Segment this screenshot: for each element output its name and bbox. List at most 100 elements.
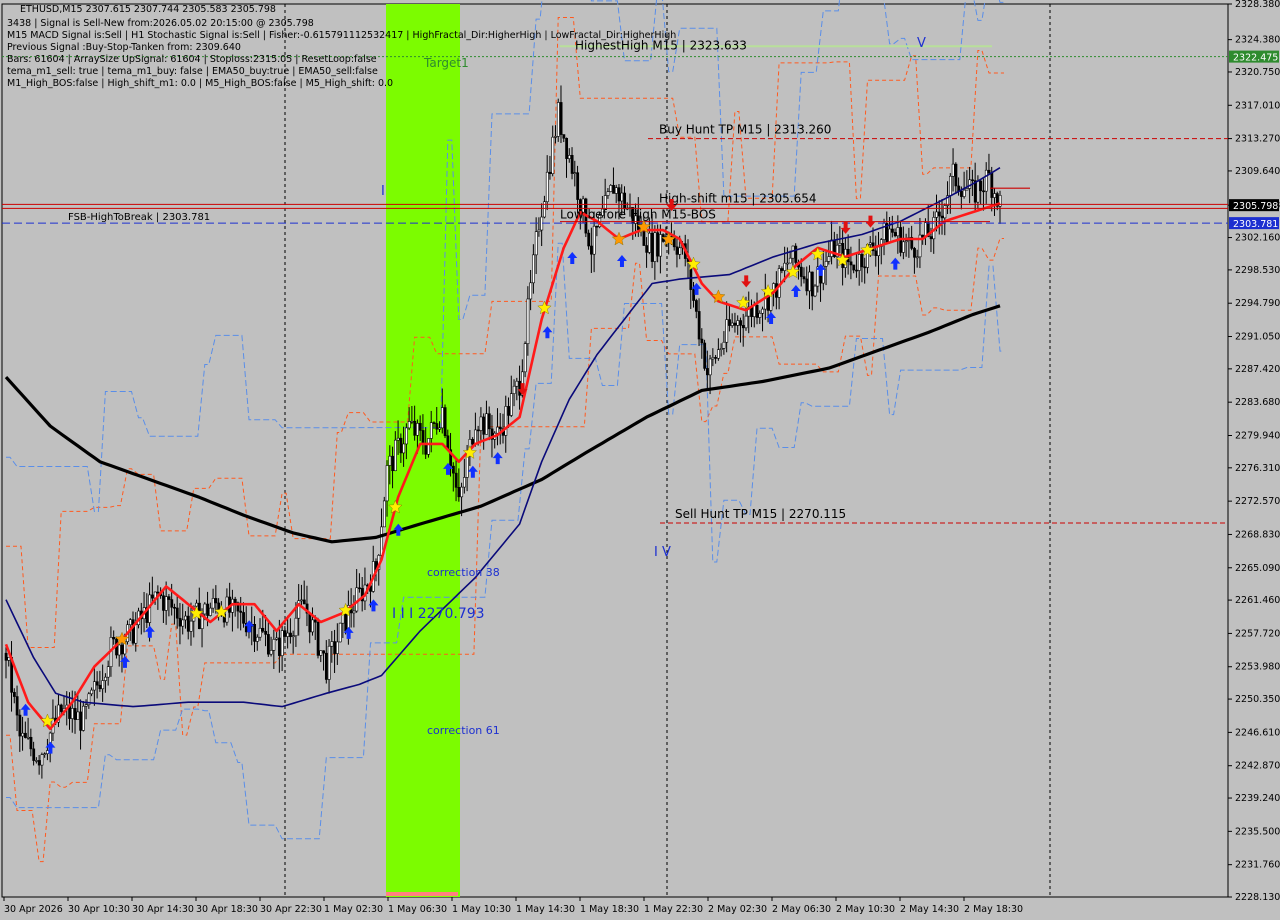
- sell-hunt-tp-label: Sell Hunt TP M15 | 2270.115: [675, 507, 846, 521]
- time-tick-label: 30 Apr 22:30: [260, 904, 322, 915]
- candle-body: [526, 298, 530, 344]
- candle-body: [714, 357, 718, 359]
- candle-body: [15, 696, 19, 716]
- candle-body: [645, 245, 649, 253]
- info-line-3: Previous Signal :Buy-Stop-Tanken from: 2…: [7, 42, 241, 53]
- time-tick-label: 30 Apr 14:30: [132, 904, 194, 915]
- candle-body: [429, 422, 433, 439]
- time-tick-label: 2 May 02:30: [708, 904, 767, 915]
- price-tick-label: 2228.130: [1235, 892, 1280, 903]
- candle-body: [178, 617, 182, 627]
- candle-body: [156, 591, 160, 594]
- time-tick-label: 1 May 10:30: [452, 904, 511, 915]
- candle-body: [623, 192, 626, 210]
- price-tick-label: 2298.530: [1235, 265, 1280, 276]
- candle-body: [653, 232, 657, 262]
- price-axis: 2328.380 2324.380 2320.750 2317.010 2313.270…: [1228, 0, 1280, 903]
- candle-body: [261, 627, 265, 632]
- candle-body: [730, 322, 734, 326]
- candle-body: [573, 172, 577, 174]
- candle-body: [620, 192, 624, 202]
- candle-body: [728, 319, 731, 326]
- correction-38-label: correction 38: [427, 566, 500, 579]
- candle-body: [451, 465, 455, 474]
- price-tick-label: 2261.460: [1235, 595, 1280, 606]
- candle-body: [84, 704, 88, 707]
- candle-body: [291, 635, 295, 638]
- candle-body: [874, 250, 878, 257]
- price-tick-label: 2279.940: [1235, 430, 1280, 441]
- symbol-line: ETHUSD,M15 2307.615 2307.744 2305.583 23…: [20, 4, 276, 15]
- candle-body: [692, 289, 696, 301]
- price-tick-label: 2309.640: [1235, 166, 1280, 177]
- candle-body: [940, 215, 944, 219]
- candle-body: [440, 407, 444, 429]
- candle-body: [90, 689, 94, 695]
- candle-body: [860, 254, 864, 268]
- candle-body: [761, 308, 765, 314]
- price-tick-label: 2268.830: [1235, 529, 1280, 540]
- candle-body: [700, 338, 704, 344]
- time-tick-label: 1 May 14:30: [516, 904, 575, 915]
- candle-body: [435, 423, 439, 430]
- candle-body: [454, 472, 458, 488]
- candle-body: [507, 406, 511, 416]
- info-line-1: 3438 | Signal is Sell-New from:2026.05.0…: [7, 18, 314, 29]
- price-tick-label: 2313.270: [1235, 134, 1280, 145]
- candle-body: [289, 632, 292, 638]
- candle-body: [7, 656, 11, 661]
- mt4-chart-window[interactable]: HighestHigh M15 | 2323.633 Buy Hunt TP M1…: [0, 0, 1280, 920]
- candle-body: [324, 652, 328, 680]
- candle-body: [380, 526, 384, 556]
- candle-body: [943, 205, 947, 219]
- candle-body: [336, 641, 339, 654]
- wave-4-label: I V: [654, 545, 671, 560]
- price-tick-label: 2272.570: [1235, 496, 1280, 507]
- candle-body: [857, 254, 861, 271]
- candle-body: [556, 102, 560, 137]
- price-chart[interactable]: HighestHigh M15 | 2323.633Buy Hunt TP M1…: [0, 0, 1280, 920]
- candle-body: [537, 229, 541, 233]
- candle-body: [532, 254, 535, 284]
- candle-body: [474, 429, 477, 445]
- time-tick-label: 1 May 18:30: [580, 904, 639, 915]
- price-tick-label: 2294.790: [1235, 298, 1280, 309]
- candle-body: [902, 241, 905, 253]
- candle-body: [432, 422, 436, 424]
- info-line-2: M15 MACD Signal is:Sell | H1 Stochastic …: [7, 30, 677, 41]
- price-tick-label: 2276.310: [1235, 463, 1280, 474]
- candle-body: [76, 711, 80, 720]
- candle-body: [167, 596, 171, 600]
- candle-body: [567, 155, 571, 159]
- candle-body: [424, 444, 428, 455]
- candle-body: [987, 169, 991, 174]
- candle-body: [838, 243, 842, 246]
- candle-body: [117, 644, 121, 656]
- candle-body: [151, 594, 154, 599]
- buy-hunt-tp-label: Buy Hunt TP M15 | 2313.260: [659, 123, 831, 137]
- candle-body: [413, 420, 417, 436]
- price-tick-label: 2246.610: [1235, 727, 1280, 738]
- candle-body: [239, 610, 243, 613]
- candle-body: [278, 637, 281, 656]
- candle-body: [311, 619, 314, 633]
- price-badge-label: 2303.781: [1233, 219, 1278, 230]
- candle-body: [319, 650, 323, 656]
- candle-body: [399, 437, 403, 454]
- candle-body: [181, 619, 185, 627]
- candle-body: [904, 240, 908, 243]
- price-tick-label: 2317.010: [1235, 100, 1280, 111]
- candle-body: [275, 637, 279, 640]
- candle-body: [609, 185, 613, 192]
- time-tick-label: 1 May 06:30: [388, 904, 447, 915]
- candle-body: [830, 239, 834, 257]
- candle-body: [209, 607, 212, 616]
- candle-body: [421, 430, 425, 446]
- candle-body: [971, 179, 974, 182]
- candle-body: [46, 750, 49, 755]
- candle-body: [73, 708, 77, 720]
- candle-body: [242, 612, 245, 624]
- time-tick-label: 1 May 22:30: [644, 904, 703, 915]
- candle-body: [863, 266, 867, 269]
- candle-body: [706, 368, 709, 376]
